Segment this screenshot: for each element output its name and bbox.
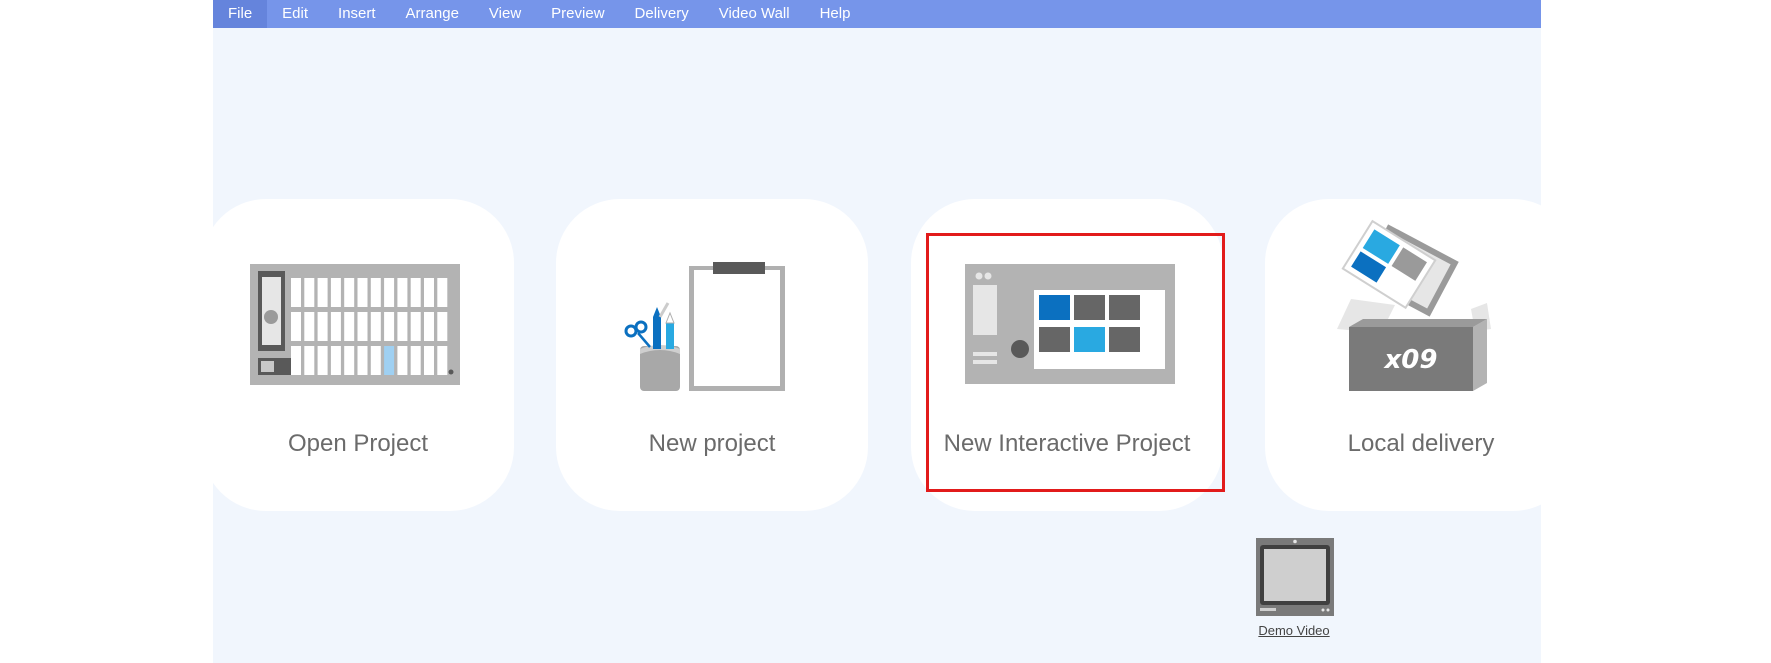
timeline-cell — [370, 278, 381, 307]
menu-video-wall[interactable]: Video Wall — [704, 0, 805, 28]
local-delivery-label: Local delivery — [1347, 430, 1495, 457]
timeline-cell — [317, 278, 328, 307]
menu-insert[interactable]: Insert — [323, 0, 391, 28]
timeline-cell — [357, 278, 368, 307]
timeline-cell — [291, 346, 301, 375]
timeline-cell — [357, 312, 368, 341]
menu-arrange[interactable]: Arrange — [391, 0, 474, 28]
app-window: File Edit Insert Arrange View Preview De… — [213, 0, 1541, 663]
menu-help[interactable]: Help — [805, 0, 866, 28]
timeline-cell — [410, 278, 421, 307]
timeline-cell — [330, 312, 341, 341]
open-project-card[interactable]: Open Project — [213, 199, 514, 511]
demo-video[interactable]: Demo Video — [1234, 536, 1354, 644]
timeline-cell — [357, 346, 368, 375]
timeline-cell — [317, 346, 328, 375]
menu-preview[interactable]: Preview — [536, 0, 619, 28]
box-label: x09 — [1383, 345, 1438, 375]
menu-file[interactable]: File — [213, 0, 268, 28]
new-project-card[interactable]: New project — [556, 199, 868, 511]
timeline-cell — [410, 312, 421, 341]
timeline-cell — [424, 312, 434, 341]
new-interactive-project-label: New Interactive Project — [943, 430, 1191, 457]
timeline-cell — [317, 312, 328, 341]
timeline-cell — [384, 346, 395, 375]
timeline-cell — [424, 346, 434, 375]
timeline-cell — [384, 278, 395, 307]
menu-view[interactable]: View — [474, 0, 536, 28]
interactive-panel-icon — [965, 264, 1175, 384]
timeline-cell — [304, 278, 315, 307]
timeline-cell — [330, 346, 341, 375]
timeline-cell — [437, 312, 448, 341]
timeline-cell — [384, 312, 395, 341]
timeline-cell — [330, 278, 341, 307]
timeline-cell — [424, 278, 434, 307]
timeline-cell — [344, 312, 355, 341]
timeline-cell — [370, 346, 381, 375]
new-interactive-project-card[interactable]: New Interactive Project — [911, 199, 1223, 511]
timeline-cell — [370, 312, 381, 341]
delivery-box-icon: x09 — [1337, 219, 1491, 391]
menu-bar: File Edit Insert Arrange View Preview De… — [213, 0, 1541, 28]
timeline-cell — [344, 346, 355, 375]
timeline-cell — [410, 346, 421, 375]
timeline-cell — [344, 278, 355, 307]
timeline-cell — [437, 278, 448, 307]
timeline-grid-icon — [250, 264, 460, 385]
timeline-cell — [304, 312, 315, 341]
timeline-cell — [397, 346, 408, 375]
new-project-label: New project — [648, 430, 776, 457]
timeline-cell — [397, 278, 408, 307]
local-delivery-card[interactable]: x09 Local delivery — [1265, 199, 1541, 511]
menu-edit[interactable]: Edit — [267, 0, 323, 28]
menu-delivery[interactable]: Delivery — [620, 0, 704, 28]
open-project-label: Open Project — [287, 430, 429, 457]
demo-video-link[interactable]: Demo Video — [1234, 623, 1354, 638]
timeline-cell — [291, 278, 301, 307]
timeline-cell — [291, 312, 301, 341]
clipboard-icon — [624, 262, 785, 391]
monitor-icon — [1256, 538, 1334, 616]
timeline-cell — [304, 346, 315, 375]
timeline-cell — [397, 312, 408, 341]
timeline-cell — [437, 346, 448, 375]
